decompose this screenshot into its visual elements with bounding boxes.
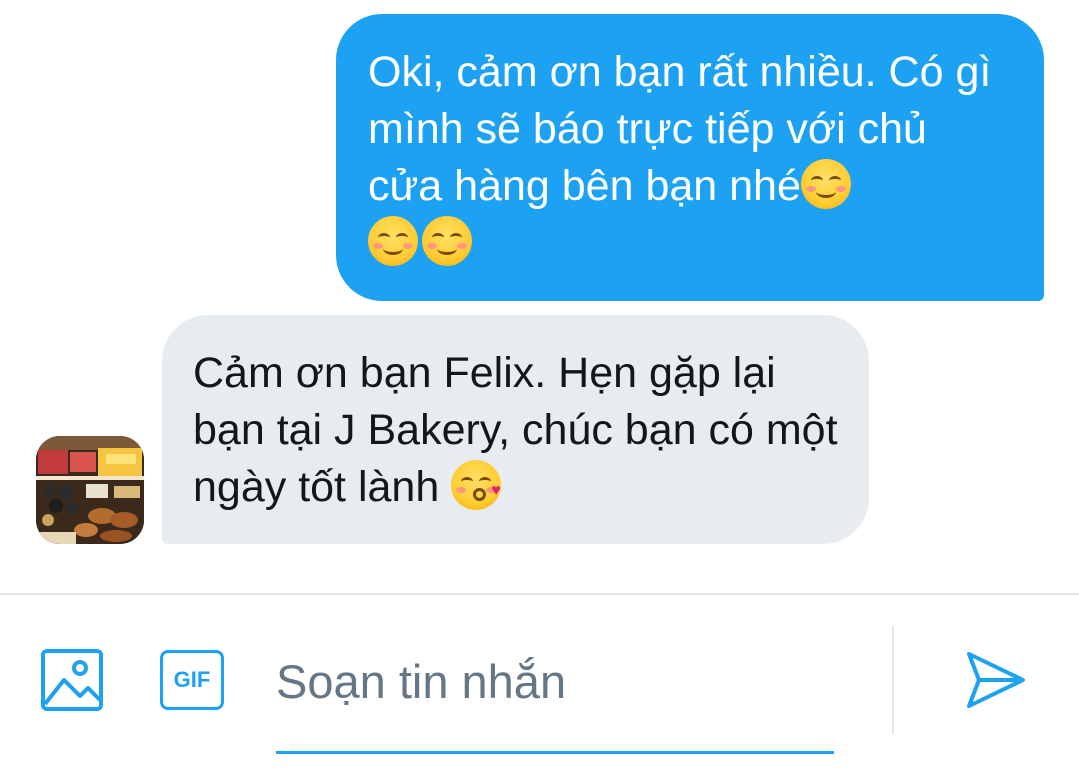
message-input[interactable] bbox=[276, 646, 834, 716]
gif-button[interactable]: GIF bbox=[160, 650, 224, 710]
incoming-message-text: Cảm ơn bạn Felix. Hẹn gặp lại bạn tại J … bbox=[193, 349, 838, 511]
bakery-avatar[interactable] bbox=[36, 436, 144, 544]
send-icon-graphic bbox=[967, 652, 1025, 708]
face-blowing-kiss-icon: ♥ bbox=[451, 460, 502, 510]
send-separator bbox=[892, 626, 894, 734]
outgoing-message-text: Oki, cảm ơn bạn rất nhiều. Có gì mình sẽ… bbox=[368, 48, 992, 210]
image-icon[interactable] bbox=[40, 648, 104, 712]
message-compose-field[interactable] bbox=[276, 646, 834, 754]
bakery-display-image bbox=[36, 436, 144, 544]
smiling-face-icon bbox=[422, 216, 472, 266]
dm-conversation-screen: Oki, cảm ơn bạn rất nhiều. Có gì mình sẽ… bbox=[0, 0, 1079, 768]
outgoing-message-bubble[interactable]: Oki, cảm ơn bạn rất nhiều. Có gì mình sẽ… bbox=[336, 14, 1044, 301]
smiling-face-icon bbox=[800, 159, 851, 209]
incoming-message-bubble[interactable]: Cảm ơn bạn Felix. Hẹn gặp lại bạn tại J … bbox=[162, 315, 869, 544]
smiling-face-icon bbox=[368, 216, 418, 266]
composer-divider bbox=[0, 593, 1079, 595]
send-icon[interactable] bbox=[963, 648, 1027, 712]
image-icon-graphic bbox=[41, 649, 103, 711]
